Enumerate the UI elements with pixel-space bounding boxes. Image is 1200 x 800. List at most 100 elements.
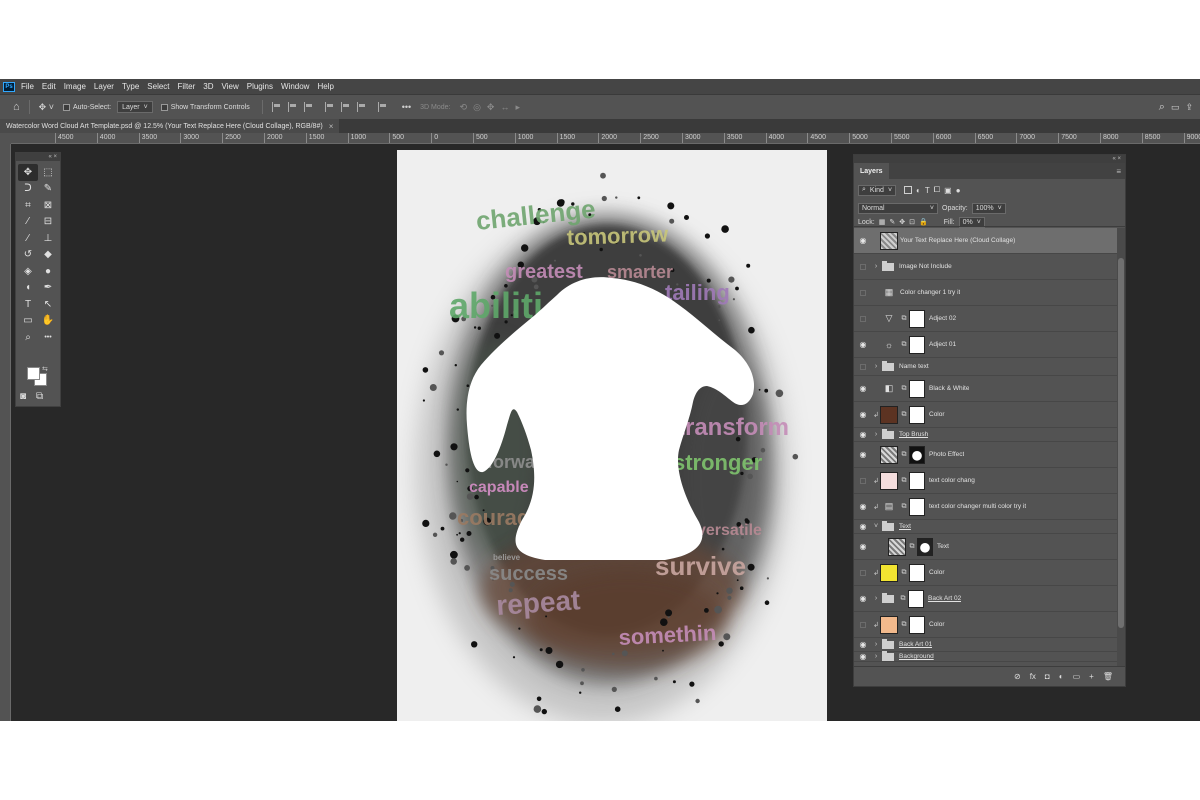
3d-roll-icon[interactable]: ◎ [470,100,484,114]
lock-artboard-icon[interactable]: ⊡ [909,218,915,226]
expand-caret-icon[interactable]: › [872,363,880,370]
document-canvas[interactable]: tomorrow greatest smarter abiliti tailing tra… [397,150,827,721]
vertical-ruler[interactable] [0,144,11,721]
history-brush-tool-icon[interactable]: ↺ [18,247,38,264]
transform-controls-toggle[interactable]: Show Transform Controls [160,103,250,111]
filter-smart-object-icon[interactable]: ▣ [944,186,952,195]
panel-menu-icon[interactable]: ≡ [1116,167,1121,176]
eye-icon[interactable]: ◉ [854,384,872,393]
add-mask-icon[interactable]: ◘ [1045,672,1050,681]
link-icon[interactable]: ⧉ [900,451,908,459]
visibility-toggle[interactable] [854,289,872,296]
layer-thumbnail[interactable] [880,231,898,250]
delete-layer-icon[interactable]: 🗑 [1103,672,1113,681]
menu-filter[interactable]: Filter [178,82,196,91]
eye-icon[interactable]: ◉ [854,450,872,459]
opacity-input[interactable]: 100% ˅ [971,202,1006,214]
layer-row[interactable]: ◉ ⧉ Text [854,534,1117,560]
eye-icon[interactable]: ◉ [854,594,872,603]
layers-panel-header[interactable]: « × [854,155,1125,163]
eye-icon[interactable]: ◉ [854,340,872,349]
3d-slide-icon[interactable]: ↔ [497,100,512,114]
eye-icon[interactable]: ◉ [854,542,872,551]
filter-toggle-icon[interactable]: ● [956,186,961,195]
align-center-icon[interactable] [287,102,298,112]
color-fill-thumbnail[interactable] [880,405,898,424]
3d-pan-icon[interactable]: ✥ [484,100,498,114]
layer-row[interactable]: ◉ ↲ ▤ ⧉ text color changer multi color try i… [854,494,1117,520]
menu-image[interactable]: Image [64,82,86,91]
screen-mode-icon[interactable]: ⧉ [36,391,43,402]
filter-shape-icon[interactable]: ⧠ [934,185,940,195]
visibility-toggle[interactable] [854,569,872,576]
adjustment-layer-icon[interactable]: ◐ [1059,672,1064,681]
menu-plugins[interactable]: Plugins [247,82,273,91]
expand-caret-icon[interactable]: › [872,653,880,660]
healing-tool-icon[interactable]: ⊟ [38,214,58,231]
fx-icon[interactable]: fx [1030,672,1036,681]
visibility-toggle[interactable] [854,621,872,628]
layer-row[interactable]: ◉ › Top Brush [854,428,1117,442]
swap-colors-icon[interactable]: ⇆ [42,365,48,373]
new-group-icon[interactable]: ▭ [1073,672,1081,681]
lock-position-icon[interactable]: ✥ [899,218,905,226]
expand-caret-icon[interactable]: › [872,263,880,270]
lock-image-icon[interactable]: ✎ [889,218,895,226]
layer-row[interactable]: ◉ › Background [854,650,1117,662]
menu-type[interactable]: Type [122,82,139,91]
layer-row[interactable]: ◉ Your Text Replace Here (Cloud Collage) [854,228,1117,254]
transform-controls-checkbox[interactable] [160,103,168,111]
menu-view[interactable]: View [222,82,239,91]
blend-mode-dropdown[interactable]: Normal ˅ [858,202,938,214]
layer-row[interactable]: ◉ › Back Art 01 [854,638,1117,652]
filter-pixel-icon[interactable] [904,186,913,194]
color-fill-thumbnail[interactable] [880,471,898,490]
layer-row[interactable]: › Name text [854,358,1117,376]
3d-orbit-icon[interactable]: ⟲ [457,100,471,114]
visibility-toggle[interactable] [854,363,872,370]
marquee-tool-icon[interactable]: ⬚ [38,164,58,181]
lasso-tool-icon[interactable]: ᑐ [18,181,38,198]
layers-scrollbar[interactable] [1117,228,1125,668]
hand-tool-icon[interactable]: ✋ [38,313,58,330]
zoom-tool-icon[interactable]: ⌕ [18,329,38,346]
layer-mask-thumbnail[interactable] [909,471,925,490]
menu-layer[interactable]: Layer [94,82,114,91]
workspace-icon[interactable]: ▭ [1168,100,1183,114]
layer-row[interactable]: ◉ ◧ ⧉ Black & White [854,376,1117,402]
link-icon[interactable]: ⧉ [900,621,908,629]
layer-row[interactable]: ◉ ⧉ Photo Effect [854,442,1117,468]
rectangle-tool-icon[interactable]: ▭ [18,313,38,330]
more-options-icon[interactable]: ••• [399,100,414,114]
layer-thumbnail[interactable] [880,445,898,464]
document-tab[interactable]: Watercolor Word Cloud Art Template.psd @… [0,119,340,133]
align-bottom-icon[interactable] [356,102,367,112]
link-icon[interactable]: ⧉ [899,595,907,603]
menu-select[interactable]: Select [147,82,169,91]
color-fill-thumbnail[interactable] [880,563,898,582]
layer-mask-thumbnail[interactable] [908,589,924,608]
align-right-icon[interactable] [303,102,314,112]
layer-row[interactable]: ◉ ˅ Text [854,520,1117,534]
color-fill-thumbnail[interactable] [880,615,898,634]
eye-icon[interactable]: ◉ [854,640,872,649]
filter-type-icon[interactable]: T [925,186,930,195]
layer-mask-thumbnail[interactable] [909,335,925,354]
share-icon[interactable]: ⇪ [1182,100,1196,114]
quick-mask-icon[interactable]: ◙ [20,391,26,402]
visibility-toggle[interactable] [854,477,872,484]
menu-3d[interactable]: 3D [203,82,213,91]
expand-caret-icon[interactable]: › [872,431,880,438]
auto-select-dropdown[interactable]: Layer ˅ [117,101,153,113]
path-select-tool-icon[interactable]: ↖ [38,296,58,313]
link-icon[interactable]: ⧉ [900,411,908,419]
more-tools-icon[interactable]: ••• [38,329,58,346]
menu-file[interactable]: File [21,82,34,91]
crop-tool-icon[interactable]: ⌗ [18,197,38,214]
blur-tool-icon[interactable]: ● [38,263,58,280]
eye-icon[interactable]: ◉ [854,236,872,245]
type-tool-icon[interactable]: T [18,296,38,313]
align-left-icon[interactable] [271,102,282,112]
layer-thumbnail[interactable] [888,537,906,556]
visibility-toggle[interactable] [854,315,872,322]
